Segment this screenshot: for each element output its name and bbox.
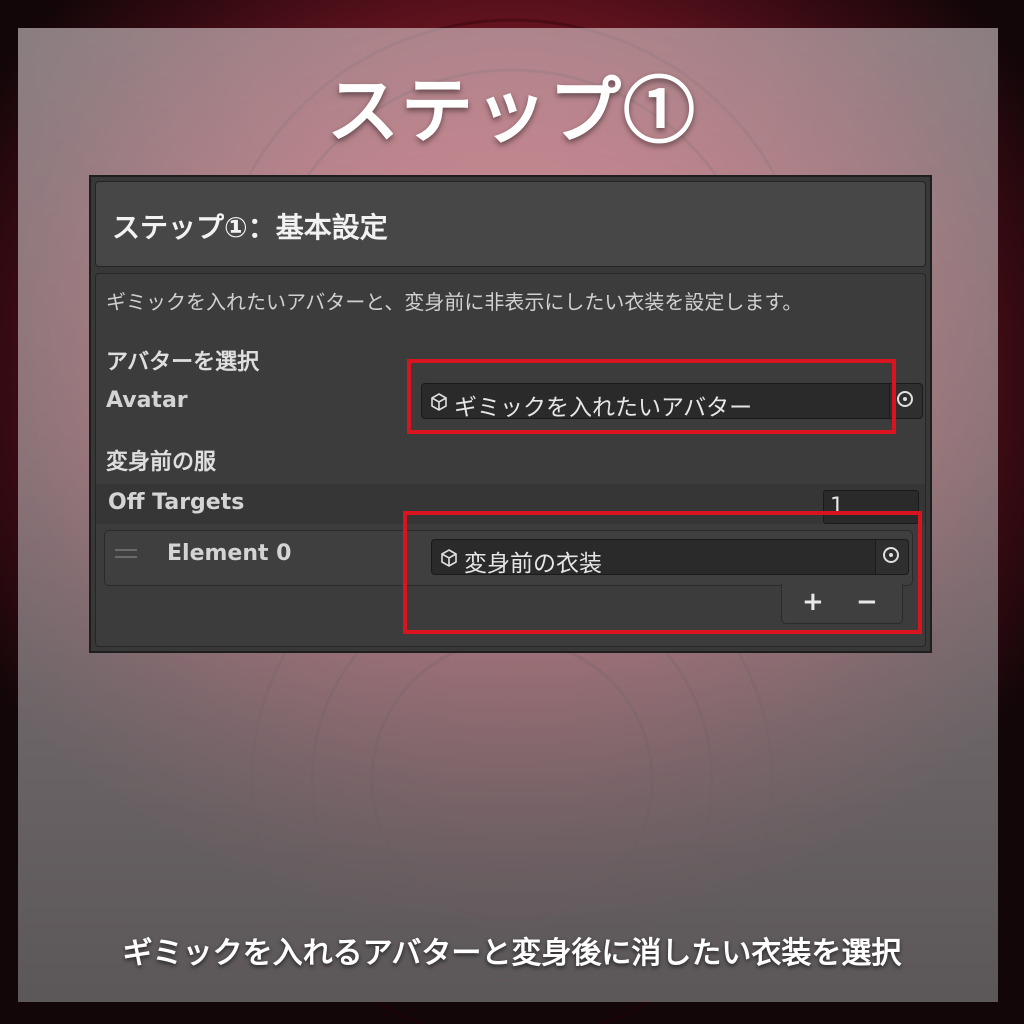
highlight-box-clothes: [403, 511, 922, 634]
clothes-section-heading: 変身前の服: [106, 450, 217, 475]
panel-header[interactable]: ステップ①：基本設定: [95, 181, 926, 267]
off-targets-label: Off Targets: [108, 490, 245, 515]
drag-handle-icon[interactable]: [115, 549, 137, 563]
avatar-field-label: Avatar: [106, 388, 188, 413]
panel-header-label: ステップ①：基本設定: [112, 211, 388, 244]
highlight-box-avatar: [407, 359, 896, 434]
caption: ギミックを入れるアバターと変身後に消したい衣装を選択: [122, 936, 902, 971]
page-title: ステップ①: [326, 68, 697, 153]
avatar-section-heading: アバターを選択: [106, 350, 260, 375]
panel-description: ギミックを入れたいアバターと、変身前に非表示にしたい衣装を設定します。: [106, 290, 803, 314]
element-0-label: Element 0: [167, 541, 292, 566]
